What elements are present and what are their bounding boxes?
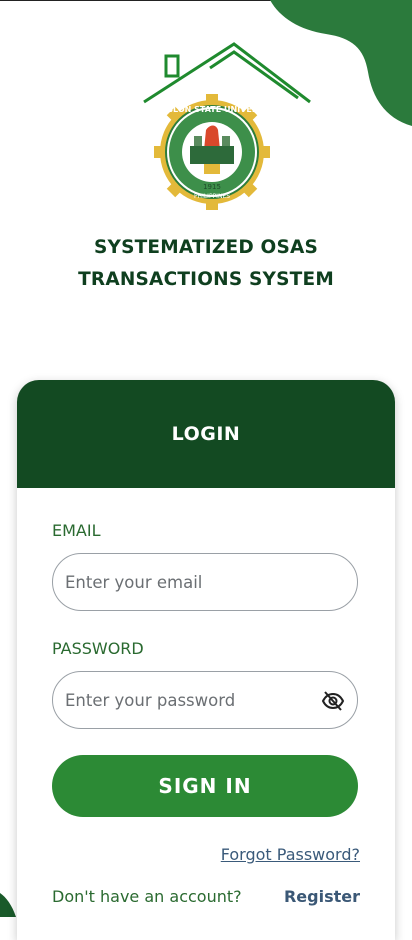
- logo-country-text: PHILIPPINES: [194, 193, 230, 200]
- system-title: SYSTEMATIZED OSAS TRANSACTIONS SYSTEM: [78, 237, 334, 290]
- university-logo: ROMBLON STATE UNIVERSITY 1915 PHILIPPINE…: [143, 42, 311, 210]
- password-field[interactable]: Enter your password: [52, 671, 358, 729]
- login-card-header: LOGIN: [17, 380, 395, 488]
- logo-university-text: ROMBLON STATE UNIVERSITY: [146, 105, 278, 114]
- forgot-password-link[interactable]: Forgot Password?: [221, 845, 360, 864]
- logo-year-text: 1915: [203, 183, 221, 191]
- no-account-text: Don't have an account?: [52, 887, 242, 906]
- password-label: PASSWORD: [52, 639, 144, 658]
- email-placeholder: Enter your email: [65, 572, 203, 592]
- login-title: LOGIN: [171, 423, 241, 445]
- email-field[interactable]: Enter your email: [52, 553, 358, 611]
- eye-slash-icon[interactable]: [321, 689, 345, 713]
- login-card: LOGIN EMAIL Enter your email PASSWORD En…: [17, 380, 395, 940]
- sign-in-label: SIGN IN: [158, 774, 252, 798]
- email-label: EMAIL: [52, 521, 101, 540]
- password-placeholder: Enter your password: [65, 690, 236, 710]
- register-link[interactable]: Register: [284, 887, 360, 906]
- sign-in-button[interactable]: SIGN IN: [52, 755, 358, 817]
